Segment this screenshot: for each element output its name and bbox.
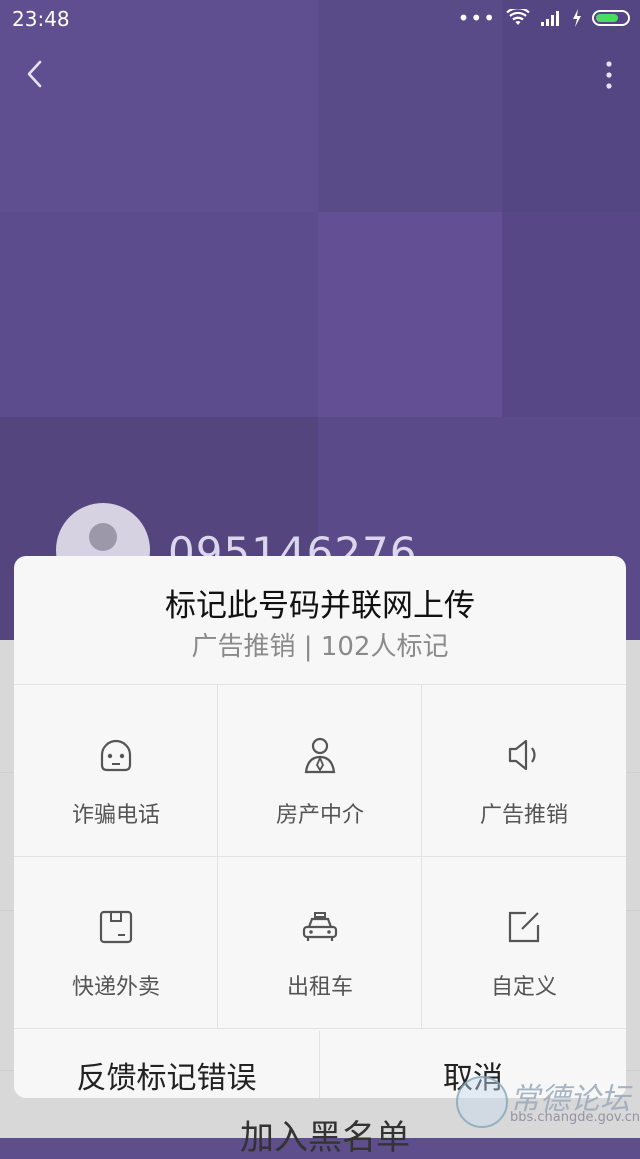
mark-options-grid: 诈骗电话 房产中介 广告推销 快递外卖 出租车 自定义: [14, 685, 626, 1030]
dialog-title: 标记此号码并联网上传: [165, 588, 475, 624]
wifi-icon: [506, 9, 530, 25]
option-label: 快递外卖: [71, 975, 160, 1000]
status-bar: 23:48 •••: [0, 0, 640, 36]
status-time: 23:48: [12, 7, 70, 31]
watermark-url: bbs.changde.gov.cn: [510, 1110, 640, 1125]
signal-icon: [541, 11, 559, 26]
option-fraud-call[interactable]: 诈骗电话: [14, 685, 218, 857]
package-icon: [99, 910, 133, 944]
more-notifications-icon: •••: [457, 6, 496, 30]
option-advertising[interactable]: 广告推销: [422, 685, 626, 857]
option-label: 诈骗电话: [71, 803, 160, 828]
option-label: 出租车: [286, 975, 353, 1000]
option-delivery[interactable]: 快递外卖: [14, 857, 218, 1029]
taxi-icon: [302, 912, 338, 941]
option-label: 自定义: [490, 975, 557, 1000]
mark-number-dialog: 标记此号码并联网上传 广告推销 | 102人标记 诈骗电话 房产中介 广告推销 …: [14, 556, 626, 1098]
forum-watermark: 常德论坛 bbs.changde.gov.cn: [456, 1072, 640, 1132]
option-label: 房产中介: [275, 803, 364, 828]
fraud-mask-icon: [100, 739, 132, 772]
dialog-header: 标记此号码并联网上传 广告推销 | 102人标记: [14, 556, 626, 685]
edit-icon: [508, 911, 540, 943]
option-taxi[interactable]: 出租车: [218, 857, 422, 1029]
speaker-icon: [508, 739, 536, 771]
option-custom[interactable]: 自定义: [422, 857, 626, 1029]
option-real-estate-agent[interactable]: 房产中介: [218, 685, 422, 857]
option-label: 广告推销: [479, 803, 568, 828]
charging-icon: [573, 9, 581, 27]
forum-seal-icon: [456, 1076, 508, 1128]
dialog-subtitle: 广告推销 | 102人标记: [191, 632, 449, 662]
more-options-icon[interactable]: [602, 60, 616, 90]
agent-person-icon: [304, 737, 336, 774]
back-icon[interactable]: [20, 58, 52, 90]
feedback-error-button[interactable]: 反馈标记错误: [14, 1031, 320, 1098]
battery-icon: [592, 10, 630, 26]
add-blacklist-peek: 加入黑名单: [240, 1118, 410, 1158]
